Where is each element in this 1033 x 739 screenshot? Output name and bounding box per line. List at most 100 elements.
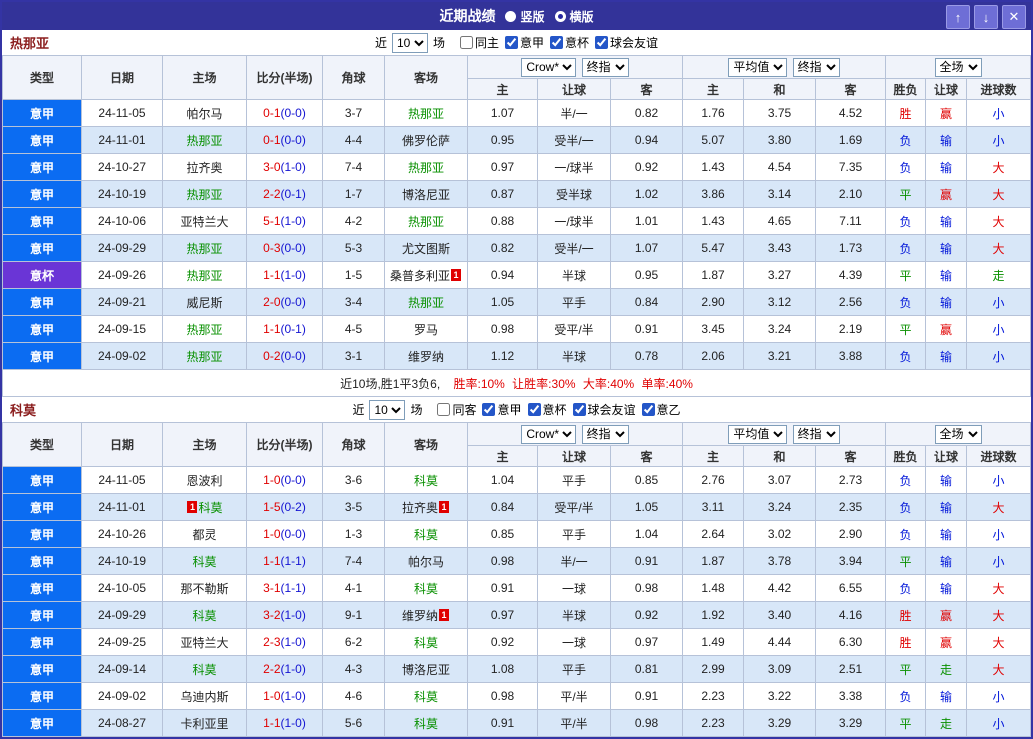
- score-cell: 2-0(0-0): [246, 288, 323, 316]
- avg-draw-cell: 3.24: [743, 493, 816, 521]
- filter-option[interactable]: 意杯: [550, 34, 589, 51]
- col-header-avg-away: 客: [814, 78, 887, 100]
- filter-checkbox[interactable]: [550, 36, 564, 49]
- match-type-cell: 意甲: [2, 547, 82, 575]
- scroll-up-button[interactable]: ↑: [946, 5, 970, 29]
- filter-option[interactable]: 意乙: [641, 401, 681, 418]
- filter-checkbox[interactable]: [437, 403, 451, 416]
- avg-select[interactable]: 平均值: [728, 57, 788, 77]
- filter-checkbox[interactable]: [459, 36, 473, 49]
- filter-option[interactable]: 意杯: [527, 401, 567, 418]
- away-team-cell: 热那亚: [384, 153, 468, 181]
- col-header-home: 主场: [162, 422, 247, 467]
- filter-label: 意杯: [565, 36, 590, 50]
- odds-stage-select[interactable]: 终指: [581, 57, 629, 77]
- result-goals-cell: 大: [966, 234, 1031, 262]
- filter-checkbox[interactable]: [595, 36, 609, 49]
- filter-option[interactable]: 球会友谊: [572, 401, 636, 418]
- full-time-score: 3-2: [263, 608, 281, 622]
- close-button[interactable]: ✕: [1002, 5, 1026, 29]
- filter-option[interactable]: 同客: [437, 401, 476, 418]
- scope-select[interactable]: 全场: [934, 424, 982, 444]
- col-header-avg-draw: 和: [743, 78, 816, 100]
- odds-handicap-cell: 一/球半: [537, 207, 611, 235]
- filter-option[interactable]: 球会友谊: [595, 34, 658, 51]
- half-time-score: (1-0): [280, 635, 306, 649]
- result-outcome-cell: 负: [885, 574, 927, 602]
- filter-checkbox[interactable]: [641, 403, 655, 416]
- filter-option[interactable]: 同主: [459, 34, 499, 51]
- avg-away-cell: 4.39: [814, 261, 887, 289]
- scroll-down-button[interactable]: ↓: [974, 5, 998, 29]
- team-name: 佛罗伦萨: [401, 133, 450, 148]
- odds-away-cell: 0.84: [610, 288, 683, 316]
- col-header-avg-home: 主: [682, 78, 744, 100]
- filter-checkbox[interactable]: [527, 403, 541, 416]
- match-count-select[interactable]: 10: [369, 399, 406, 420]
- match-row: 意甲 24-08-27 卡利亚里 1-1(1-0) 5-6 科莫 0.91 平/半 0.98 2.…: [2, 709, 1031, 737]
- match-type-cell: 意甲: [2, 207, 82, 235]
- summary-record: 近10场,胜1平3负6,: [340, 376, 441, 391]
- avg-stage-select[interactable]: 终指: [792, 424, 840, 444]
- home-team-cell: 1 科莫: [162, 493, 247, 521]
- team-name: 热那亚: [407, 160, 444, 175]
- score-cell: 2-3(1-0): [246, 628, 323, 656]
- odds-home-cell: 0.87: [467, 180, 538, 208]
- odds-handicap-cell: 平手: [537, 655, 611, 683]
- avg-home-cell: 1.43: [682, 153, 744, 181]
- red-card-badge: 1: [451, 268, 461, 281]
- section-header-genoa: 热那亚 近 10 场 同主 意甲 意杯 球会友谊: [2, 30, 1031, 55]
- team-name: 科莫: [192, 608, 217, 623]
- score-cell: 3-2(1-0): [246, 601, 323, 629]
- odds-home-cell: 0.84: [467, 493, 538, 521]
- scope-select[interactable]: 全场: [934, 57, 982, 77]
- radio-selected-icon: [554, 10, 566, 22]
- filter-checkbox[interactable]: [482, 403, 496, 416]
- filter-option[interactable]: 意甲: [505, 34, 544, 51]
- odds-home-cell: 1.04: [467, 466, 538, 494]
- avg-home-cell: 1.76: [682, 99, 744, 127]
- col-header-odds-away: 客: [610, 445, 683, 467]
- odds-company-select[interactable]: Crow*: [521, 424, 577, 444]
- avg-home-cell: 5.47: [682, 234, 744, 262]
- result-goals-cell: 小: [966, 520, 1031, 548]
- match-date-cell: 24-09-26: [81, 261, 163, 289]
- filter-options: 同客 意甲 意杯 球会友谊 意乙: [437, 401, 681, 418]
- match-date-cell: 24-10-19: [81, 547, 163, 575]
- result-outcome-cell: 平: [885, 180, 927, 208]
- layout-radio-vertical[interactable]: 竖版: [505, 8, 545, 25]
- match-type-cell: 意甲: [2, 493, 82, 521]
- corner-cell: 4-1: [322, 574, 385, 602]
- match-count-select[interactable]: 10: [391, 32, 428, 53]
- odds-handicap-cell: 半/一: [537, 547, 611, 575]
- team-name: 科莫: [413, 473, 438, 488]
- filter-checkbox[interactable]: [505, 36, 518, 49]
- radio-unselected-icon: [505, 10, 517, 22]
- odds-company-select[interactable]: Crow*: [521, 57, 577, 77]
- result-handicap-cell: 输: [925, 288, 968, 316]
- result-goals-cell: 大: [966, 493, 1031, 521]
- avg-header-group: 平均值 终指: [681, 422, 887, 446]
- result-handicap-cell: 输: [925, 126, 968, 154]
- avg-select[interactable]: 平均值: [728, 424, 788, 444]
- avg-stage-select[interactable]: 终指: [792, 57, 840, 77]
- result-handicap-cell: 赢: [925, 601, 968, 629]
- layout-radio-horizontal[interactable]: 横版: [554, 8, 594, 25]
- team-name: 科莫: [413, 527, 438, 542]
- odds-stage-select[interactable]: 终指: [581, 424, 629, 444]
- match-row: 意甲 24-09-02 热那亚 0-2(0-0) 3-1 维罗纳 1.12 半球 0.78 2.0…: [2, 342, 1031, 370]
- home-team-cell: 科莫: [162, 655, 247, 683]
- team-name: 科莫: [413, 689, 438, 704]
- filter-label: 球会友谊: [610, 36, 659, 50]
- titlebar: 近期战绩 竖版 横版 ↑ ↓ ✕: [2, 2, 1031, 30]
- filter-option[interactable]: 意甲: [482, 401, 522, 418]
- col-header-home: 主场: [162, 55, 247, 100]
- scope-header-group: 全场: [885, 422, 1031, 446]
- filter-checkbox[interactable]: [572, 403, 586, 416]
- full-time-score: 1-5: [263, 500, 281, 514]
- avg-draw-cell: 4.54: [743, 153, 816, 181]
- odds-away-cell: 0.95: [610, 261, 683, 289]
- result-goals-cell: 小: [966, 682, 1031, 710]
- odds-away-cell: 1.07: [610, 234, 683, 262]
- result-goals-cell: 大: [966, 655, 1031, 683]
